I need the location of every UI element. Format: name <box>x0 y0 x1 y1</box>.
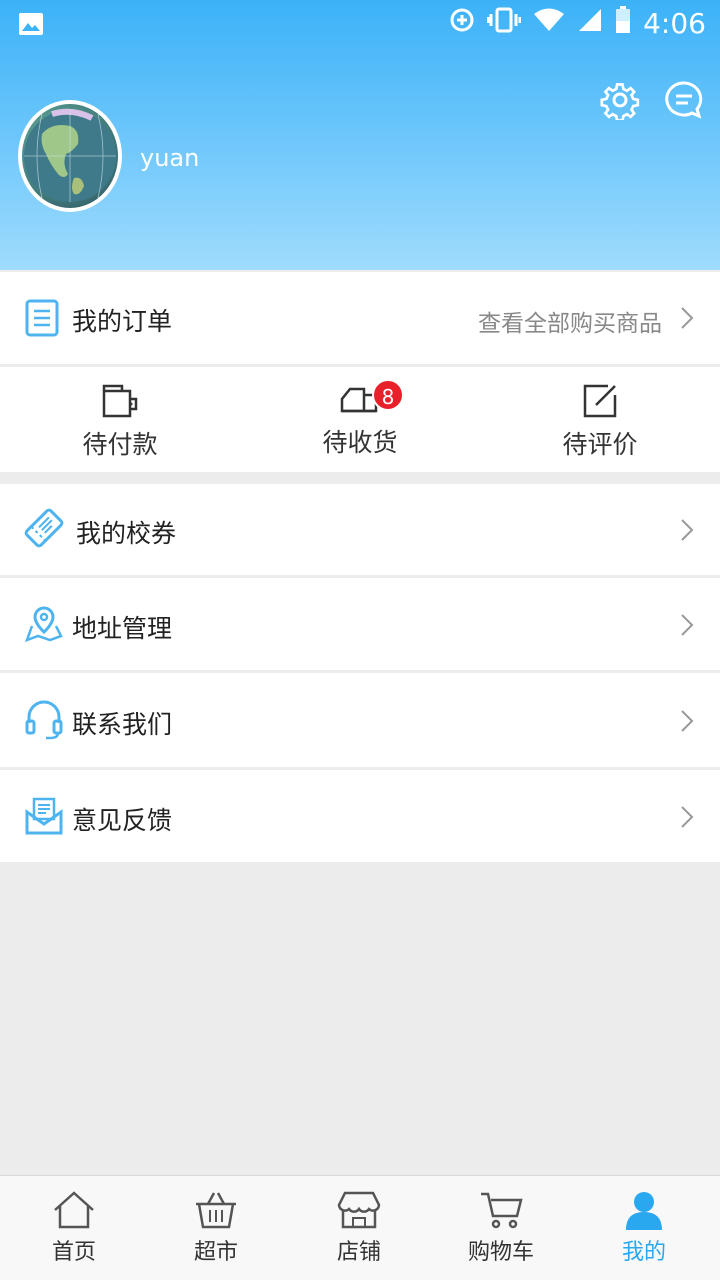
order-list-icon <box>24 298 64 338</box>
vibrate-icon <box>486 7 522 40</box>
menu-item-label: 意见反馈 <box>72 806 173 835</box>
status-label: 待付款 <box>82 430 158 459</box>
wallet-icon <box>102 384 138 418</box>
chevron-right-icon <box>681 614 694 636</box>
menu-item-label: 地址管理 <box>72 614 173 643</box>
chevron-right-icon <box>681 519 694 541</box>
username: yuan <box>140 144 200 172</box>
data-saver-icon <box>449 7 475 40</box>
message-chat-icon[interactable] <box>664 80 704 120</box>
menu-item-contact[interactable]: 联系我们 <box>0 673 720 767</box>
cart-icon <box>481 1192 523 1229</box>
tab-mine[interactable]: 我的 <box>594 1190 694 1266</box>
menu-item-feedback[interactable]: 意见反馈 <box>0 770 720 862</box>
status-bar: 4:06 <box>0 0 720 48</box>
my-orders-title: 我的订单 <box>72 307 173 336</box>
gallery-icon <box>18 10 44 43</box>
status-label: 待评价 <box>562 430 638 459</box>
tab-label: 店铺 <box>336 1240 381 1265</box>
pending-delivery-button[interactable]: 8 待收货 <box>290 379 430 459</box>
pending-payment-button[interactable]: 待付款 <box>50 383 190 461</box>
delivery-count-badge: 8 <box>372 379 404 411</box>
location-icon <box>24 604 64 644</box>
basket-icon <box>196 1192 236 1229</box>
menu-item-coupons[interactable]: 我的校券 <box>0 484 720 575</box>
tab-home[interactable]: 首页 <box>24 1190 124 1266</box>
tab-cart[interactable]: 购物车 <box>451 1190 551 1266</box>
status-label: 待收货 <box>322 428 398 457</box>
tab-supermarket[interactable]: 超市 <box>166 1190 266 1266</box>
wifi-icon <box>533 7 565 40</box>
avatar[interactable] <box>18 100 122 212</box>
tab-stores[interactable]: 店铺 <box>309 1190 409 1266</box>
menu-item-address[interactable]: 地址管理 <box>0 578 720 670</box>
menu-item-label: 联系我们 <box>72 710 173 739</box>
bottom-tab-bar: 首页 超市 店铺 购物车 我的 <box>0 1175 720 1280</box>
chevron-right-icon <box>681 307 694 329</box>
headset-icon <box>24 699 64 740</box>
store-icon <box>337 1191 381 1229</box>
settings-gear-icon[interactable] <box>600 80 640 122</box>
signal-icon <box>577 7 603 40</box>
pending-review-button[interactable]: 待评价 <box>530 383 670 461</box>
edit-icon <box>583 384 617 418</box>
user-icon <box>626 1192 662 1230</box>
menu-item-label: 我的校券 <box>76 519 177 548</box>
order-status-row: 待付款 8 待收货 待评价 <box>0 367 720 472</box>
tab-label: 我的 <box>621 1240 666 1265</box>
chevron-right-icon <box>681 806 694 828</box>
ticket-icon <box>24 508 64 548</box>
mail-feedback-icon <box>24 796 64 836</box>
chevron-right-icon <box>681 710 694 732</box>
home-icon <box>54 1191 94 1229</box>
clock: 4:06 <box>643 7 706 40</box>
tab-label: 首页 <box>51 1240 96 1265</box>
profile-header: 4:06 yuan <box>0 0 720 270</box>
tab-label: 超市 <box>193 1240 238 1265</box>
view-all-orders-link[interactable]: 查看全部购买商品 <box>478 304 662 338</box>
tab-label: 购物车 <box>467 1240 534 1265</box>
battery-icon <box>615 6 631 41</box>
